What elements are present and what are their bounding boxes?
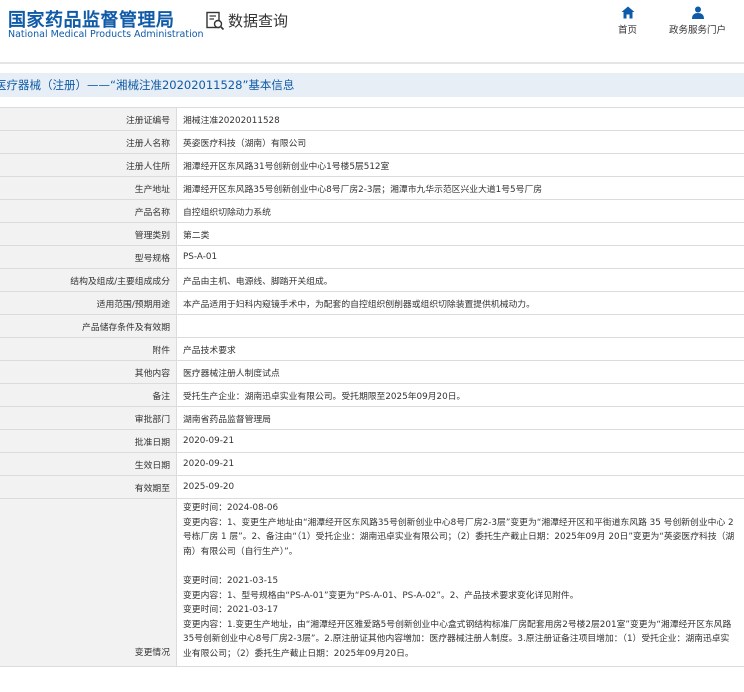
field-label: 产品储存条件及有效期 bbox=[0, 314, 177, 338]
data-query-icon bbox=[206, 11, 225, 30]
page-title: 医疗器械（注册）——“湘械注准20202011528”基本信息 bbox=[0, 78, 295, 92]
field-value: 医疗器械注册人制度试点 bbox=[176, 360, 744, 384]
info-row: 管理类别 第二类 bbox=[0, 222, 744, 246]
field-label: 生效日期 bbox=[0, 452, 177, 476]
header-divider bbox=[0, 62, 744, 64]
field-value bbox=[176, 314, 744, 338]
field-label: 生产地址 bbox=[0, 176, 177, 200]
field-value: 2025-09-20 bbox=[176, 475, 744, 499]
info-row: 型号规格 PS-A-01 bbox=[0, 245, 744, 269]
registration-info-table: 注册证编号 湘械注准20202011528 注册人名称 英姿医疗科技（湖南）有限公司注… bbox=[0, 107, 744, 667]
field-label: 产品名称 bbox=[0, 199, 177, 223]
nav-home-label: 首页 bbox=[618, 25, 638, 36]
field-label: 有效期至 bbox=[0, 475, 177, 499]
info-row: 批准日期 2020-09-21 bbox=[0, 429, 744, 453]
change-entry-line: 变更内容：1.变更生产地址，由“湘潭经开区雅爱路5号创新创业中心盒式钢结构标准厂… bbox=[183, 619, 732, 659]
site-header: 国家药品监督管理局 National Medical Products Admi… bbox=[0, 0, 744, 58]
page-title-bar: 医疗器械（注册）——“湘械注准20202011528”基本信息 bbox=[0, 73, 744, 97]
change-entry-line: 变更时间：2021-03-15 bbox=[183, 575, 279, 586]
change-entry-line: 变更内容：1、变更生产地址由“湘潭经开区东风路35号创新创业中心8号厂房2-3层… bbox=[183, 517, 735, 557]
field-value: 2020-09-21 bbox=[176, 429, 744, 453]
info-row: 备注 受托生产企业：湖南迅卓实业有限公司。受托期限至2025年09月20日。 bbox=[0, 383, 744, 407]
field-value: 湘械注准20202011528 bbox=[176, 107, 744, 131]
field-value: 受托生产企业：湖南迅卓实业有限公司。受托期限至2025年09月20日。 bbox=[176, 383, 744, 407]
home-icon bbox=[621, 6, 634, 19]
info-row: 有效期至 2025-09-20 bbox=[0, 475, 744, 499]
change-entry-line: 变更内容：1、型号规格由“PS-A-01”变更为“PS-A-01、PS-A-02… bbox=[183, 590, 579, 601]
info-row: 注册人住所 湘潭经开区东风路31号创新创业中心1号楼5层512室 bbox=[0, 153, 744, 177]
info-row: 生产地址 湘潭经开区东风路35号创新创业中心8号厂房2-3层；湘潭市九华示范区兴业… bbox=[0, 176, 744, 200]
field-label: 结构及组成/主要组成成分 bbox=[0, 268, 177, 292]
data-query-section: 数据查询 bbox=[205, 10, 288, 31]
field-value: 自控组织切除动力系统 bbox=[176, 199, 744, 223]
change-history-label: 变更情况 bbox=[0, 498, 177, 667]
info-row: 注册证编号 湘械注准20202011528 bbox=[0, 107, 744, 131]
info-row: 适用范围/预期用途 本产品适用于妇科内窥镜手术中，为配套的自控组织刨削器或组织切除… bbox=[0, 291, 744, 315]
field-value: 产品由主机、电源线、脚踏开关组成。 bbox=[176, 268, 744, 292]
field-label: 注册人名称 bbox=[0, 130, 177, 154]
field-label: 注册人住所 bbox=[0, 153, 177, 177]
field-label: 型号规格 bbox=[0, 245, 177, 269]
field-value: 湘潭经开区东风路31号创新创业中心1号楼5层512室 bbox=[176, 153, 744, 177]
change-entry-line: 变更时间：2024-08-06 bbox=[183, 503, 279, 513]
field-value: 产品技术要求 bbox=[176, 337, 744, 361]
nav-service-portal[interactable]: 政务服务门户 bbox=[669, 6, 726, 36]
change-block-gap bbox=[183, 559, 738, 574]
info-row: 生效日期 2020-09-21 bbox=[0, 452, 744, 476]
change-history-value: 变更时间：2024-08-06 变更内容：1、变更生产地址由“湘潭经开区东风路35… bbox=[176, 498, 744, 667]
info-row: 注册人名称 英姿医疗科技（湖南）有限公司 bbox=[0, 130, 744, 154]
field-label: 备注 bbox=[0, 383, 177, 407]
data-query-label: 数据查询 bbox=[228, 12, 289, 30]
info-row: 附件 产品技术要求 bbox=[0, 337, 744, 361]
info-row: 产品储存条件及有效期 bbox=[0, 314, 744, 338]
field-label: 适用范围/预期用途 bbox=[0, 291, 177, 315]
field-value: 第二类 bbox=[176, 222, 744, 246]
field-value: 湘潭经开区东风路35号创新创业中心8号厂房2-3层；湘潭市九华示范区兴业大道1号… bbox=[176, 176, 744, 200]
change-history-row: 变更情况 变更时间：2024-08-06 变更内容：1、变更生产地址由“湘潭经开区东… bbox=[0, 498, 744, 667]
info-row: 结构及组成/主要组成成分 产品由主机、电源线、脚踏开关组成。 bbox=[0, 268, 744, 292]
field-label: 附件 bbox=[0, 337, 177, 361]
nav-home[interactable]: 首页 bbox=[618, 6, 637, 36]
info-row: 其他内容 医疗器械注册人制度试点 bbox=[0, 360, 744, 384]
site-logo-subtitle: National Medical Products Administration bbox=[8, 29, 204, 40]
nav-service-portal-label: 政务服务门户 bbox=[669, 25, 727, 36]
field-label: 批准日期 bbox=[0, 429, 177, 453]
field-value: 2020-09-21 bbox=[176, 452, 744, 476]
field-value: 英姿医疗科技（湖南）有限公司 bbox=[176, 130, 744, 154]
field-value: 湖南省药品监督管理局 bbox=[176, 406, 744, 430]
field-label: 管理类别 bbox=[0, 222, 177, 246]
field-label: 其他内容 bbox=[0, 360, 177, 384]
info-row: 审批部门 湖南省药品监督管理局 bbox=[0, 406, 744, 430]
field-value: 本产品适用于妇科内窥镜手术中，为配套的自控组织刨削器或组织切除装置提供机械动力。 bbox=[176, 291, 744, 315]
info-row: 产品名称 自控组织切除动力系统 bbox=[0, 199, 744, 223]
change-entry-line: 变更时间：2021-03-17 bbox=[183, 605, 279, 616]
field-label: 审批部门 bbox=[0, 406, 177, 430]
field-label: 注册证编号 bbox=[0, 107, 177, 131]
user-icon bbox=[691, 6, 704, 19]
field-value: PS-A-01 bbox=[176, 245, 744, 269]
